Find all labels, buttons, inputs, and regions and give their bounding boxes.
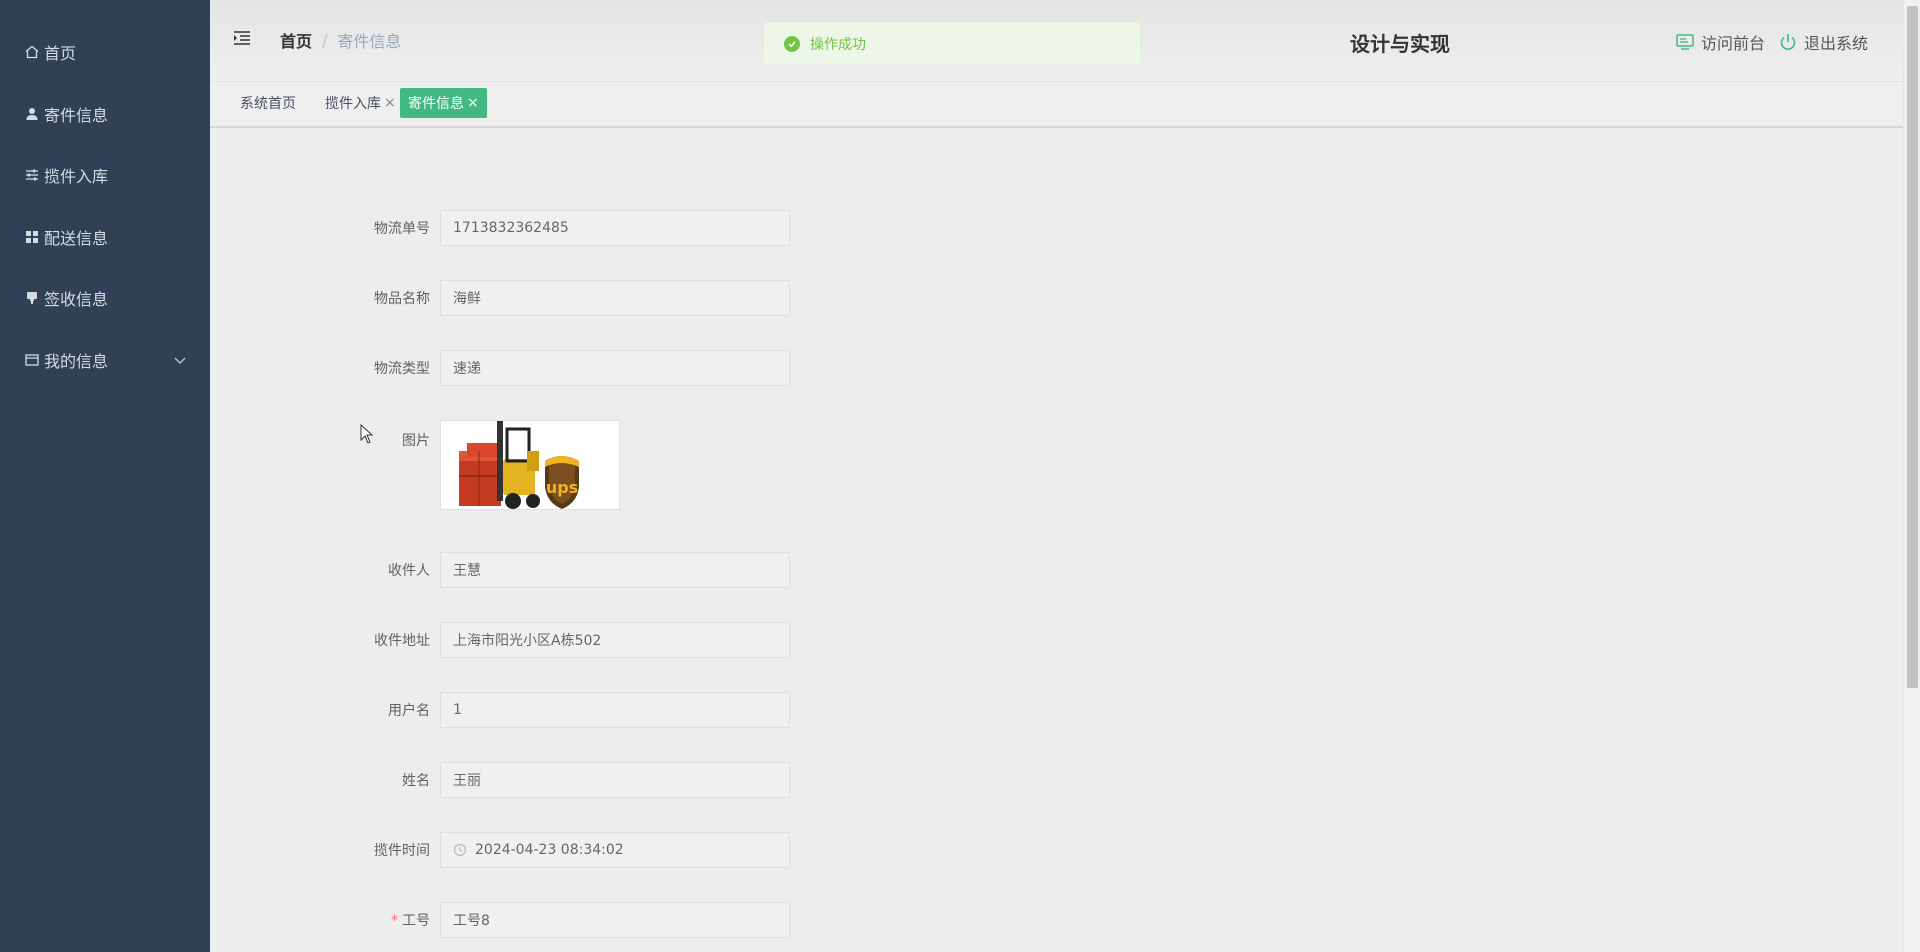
success-toast: 操作成功 [763,22,1141,66]
forklift-ups-image: ups [441,421,619,509]
form-label: 用户名 [388,703,430,719]
form-label: 物流类型 [374,361,430,377]
sidebar-item-my-info[interactable]: 我的信息 [0,340,210,380]
ups-logo-text: ups [546,478,578,497]
sidebar: 首页 寄件信息 揽件入库 配送信息 签收信息 我的信息 [0,0,210,952]
form-label: 物流单号 [374,221,430,237]
sidebar-item-pickup-storage[interactable]: 揽件入库 [0,155,210,195]
logistics-type-input[interactable]: 速递 [440,350,790,386]
staff-no-input[interactable]: 工号8 [440,902,790,938]
form-row-name: 姓名 王丽 [330,762,790,798]
logout-label: 退出系统 [1804,34,1869,53]
breadcrumb-separator: / [322,30,328,50]
form-row-item-name: 物品名称 海鲜 [330,280,790,316]
form-label: 收件地址 [374,633,430,649]
check-circle-icon [784,36,800,52]
card-icon [24,352,40,368]
form-row-staff-no: * 工号 工号8 [330,902,790,938]
sidebar-item-label: 我的信息 [44,352,109,371]
visit-front-link[interactable]: 访问前台 [1675,30,1765,54]
form-label-text: 工号 [402,913,430,929]
tags-view: 系统首页 揽件入库 × 寄件信息 × [210,82,1903,128]
visit-front-label: 访问前台 [1701,34,1766,53]
power-icon [1780,34,1796,50]
form-label: 姓名 [402,773,430,789]
pickup-time-input[interactable]: 2024-04-23 08:34:02 [440,832,790,868]
grid-icon [24,229,40,245]
tag-system-home[interactable]: 系统首页 [232,88,304,118]
sidebar-item-label: 配送信息 [44,229,109,248]
sidebar-item-sender-info[interactable]: 寄件信息 [0,94,210,134]
menu-toggle-icon[interactable] [232,28,252,48]
recipient-input[interactable]: 王慧 [440,552,790,588]
scrollbar-thumb[interactable] [1907,6,1918,688]
required-mark: * [391,913,398,929]
breadcrumb-current: 寄件信息 [337,32,402,51]
address-input[interactable]: 上海市阳光小区A栋502 [440,622,790,658]
toast-message: 操作成功 [810,37,866,53]
username-input[interactable]: 1 [440,692,790,728]
sidebar-item-label: 首页 [44,44,77,63]
name-input[interactable]: 王丽 [440,762,790,798]
item-name-input[interactable]: 海鲜 [440,280,790,316]
sidebar-item-signed[interactable]: 签收信息 [0,278,210,318]
tag-label: 系统首页 [240,96,296,112]
logout-link[interactable]: 退出系统 [1778,30,1868,54]
sidebar-item-home[interactable]: 首页 [0,32,210,72]
sliders-icon [24,167,40,183]
tag-label: 揽件入库 [325,96,381,112]
mouse-cursor-icon [360,424,374,444]
package-image[interactable]: ups [440,420,620,510]
system-title: 设计与实现 [1350,32,1450,56]
form-label: 收件人 [388,563,430,579]
tag-sender-info[interactable]: 寄件信息 × [400,88,487,118]
form-row-pickup-time: 揽件时间 2024-04-23 08:34:02 [330,832,790,868]
chevron-down-icon[interactable] [172,352,188,368]
breadcrumb: 首页 / 寄件信息 [280,28,401,52]
form-label: 揽件时间 [374,843,430,859]
sidebar-item-delivery[interactable]: 配送信息 [0,217,210,257]
form-row-username: 用户名 1 [330,692,790,728]
form-row-tracking-no: 物流单号 1713832362485 [330,210,790,246]
user-icon [24,106,40,122]
close-icon[interactable]: × [467,95,479,111]
page-scrollbar[interactable] [1903,0,1920,952]
clock-icon [453,843,467,857]
form-label: * 工号 [330,910,440,930]
form-row-recipient: 收件人 王慧 [330,552,790,588]
form-row-address: 收件地址 上海市阳光小区A栋502 [330,622,790,658]
form-label: 图片 [402,433,430,449]
sidebar-item-label: 寄件信息 [44,106,109,125]
form-row-logistics-type: 物流类型 速递 [330,350,790,386]
tag-label: 寄件信息 [408,96,464,112]
close-icon[interactable]: × [384,95,396,111]
pickup-time-value: 2024-04-23 08:34:02 [475,842,624,858]
sidebar-item-label: 揽件入库 [44,167,109,186]
home-icon [24,44,40,60]
stamp-icon [24,290,40,306]
tracking-no-input[interactable]: 1713832362485 [440,210,790,246]
form-label: 物品名称 [374,291,430,307]
breadcrumb-home[interactable]: 首页 [280,28,312,52]
tag-pickup-storage[interactable]: 揽件入库 × [317,88,404,118]
monitor-icon [1676,34,1694,50]
sidebar-item-label: 签收信息 [44,290,109,309]
